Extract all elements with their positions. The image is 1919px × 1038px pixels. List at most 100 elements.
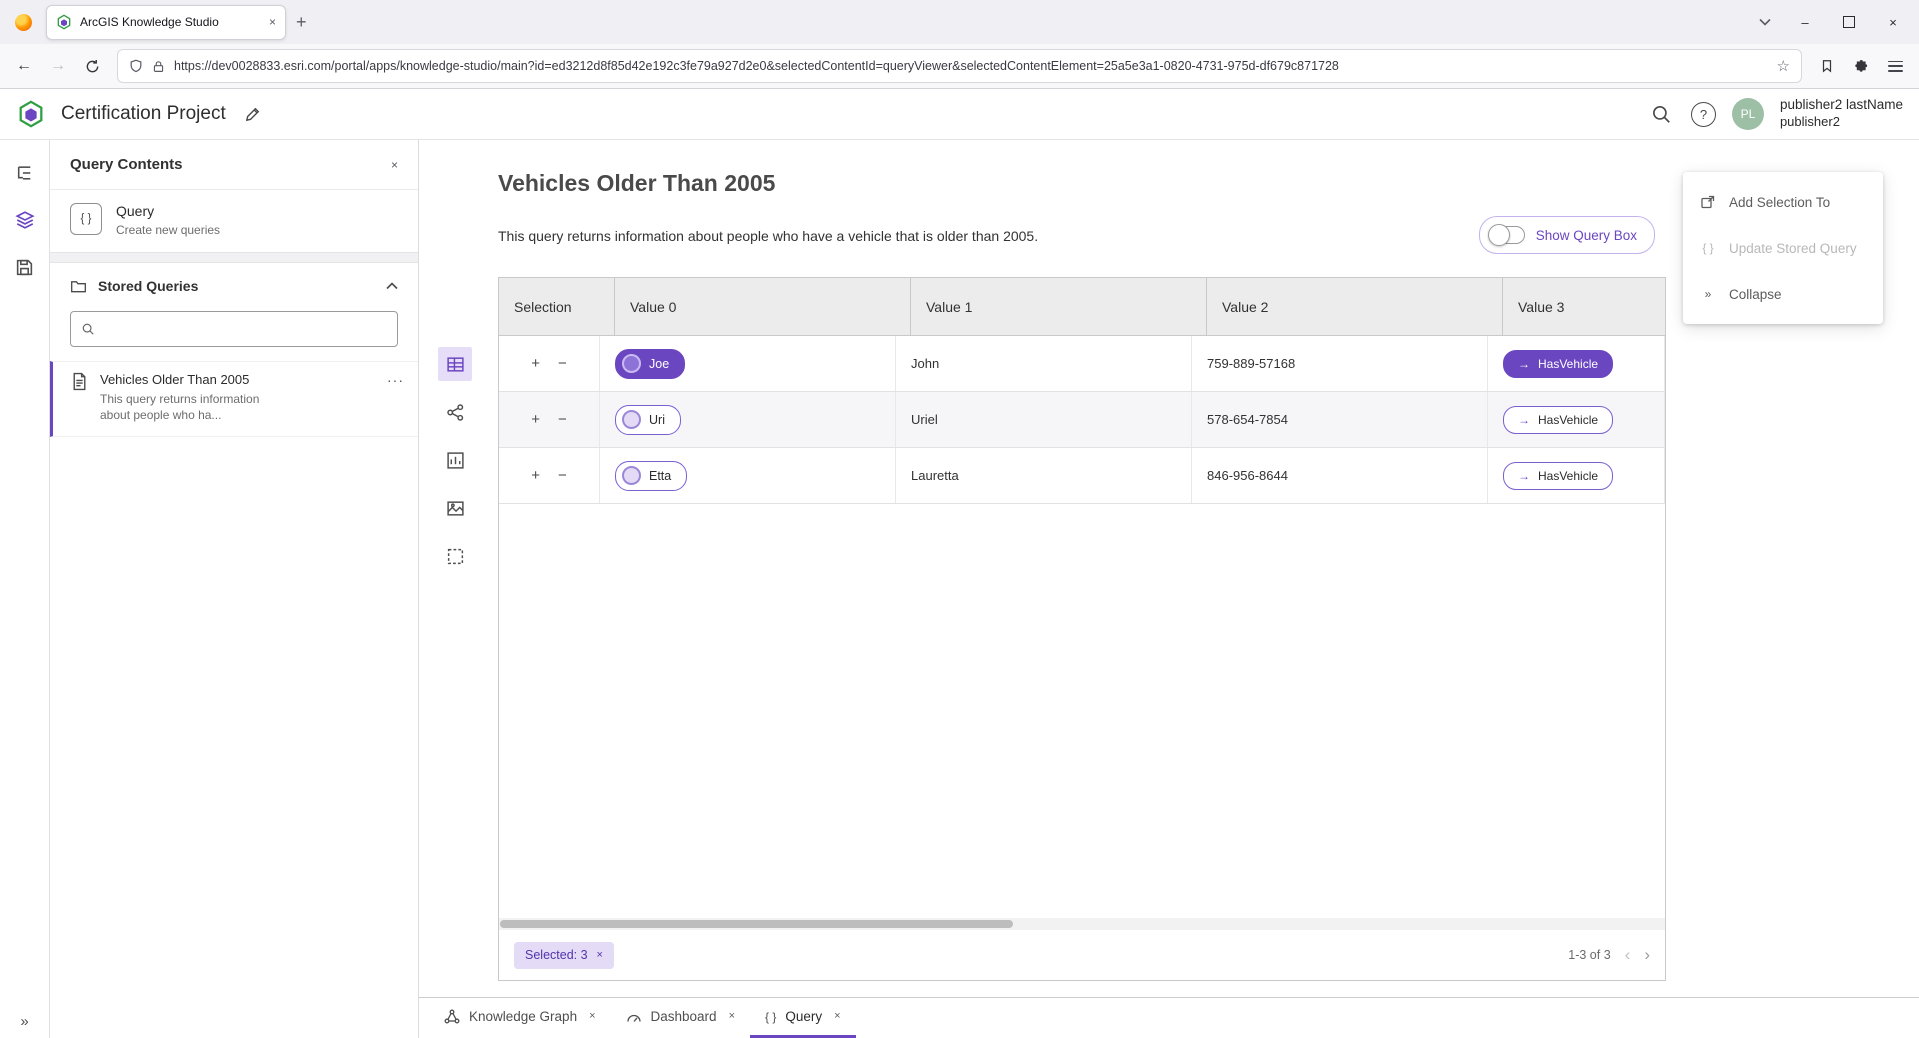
tab-close-icon[interactable]: × — [834, 1011, 840, 1022]
table-row[interactable]: + − Uri Uriel 578-654-7854 →HasVehicle — [499, 392, 1665, 448]
clear-selection-icon[interactable]: × — [597, 950, 603, 961]
cell-value[interactable]: Uriel — [896, 392, 1192, 447]
search-icon[interactable] — [1647, 100, 1675, 128]
horizontal-scrollbar[interactable] — [499, 918, 1665, 930]
stored-query-item[interactable]: Vehicles Older Than 2005 This query retu… — [50, 361, 418, 437]
query-viewer: Vehicles Older Than 2005 This query retu… — [419, 140, 1919, 997]
row-add-button[interactable]: + — [531, 412, 540, 427]
row-add-button[interactable]: + — [531, 468, 540, 483]
selected-count-chip[interactable]: Selected: 3 × — [514, 942, 614, 969]
menu-item-collapse[interactable]: » Collapse — [1683, 271, 1883, 317]
row-remove-button[interactable]: − — [558, 468, 567, 483]
column-header[interactable]: Value 1 — [911, 278, 1207, 335]
cell-value[interactable]: 578-654-7854 — [1192, 392, 1488, 447]
entity-pill[interactable]: Uri — [615, 405, 681, 435]
chevron-up-icon[interactable] — [386, 282, 398, 290]
browser-tab-title: ArcGIS Knowledge Studio — [80, 15, 261, 29]
scrollbar-thumb[interactable] — [500, 920, 1013, 928]
column-header[interactable]: Value 3 — [1503, 278, 1665, 335]
table-row[interactable]: + − Joe John 759-889-57168 →HasVehicle — [499, 336, 1665, 392]
column-header[interactable]: Value 0 — [615, 278, 911, 335]
relationship-pill[interactable]: →HasVehicle — [1503, 406, 1613, 434]
arrow-right-icon: → — [1518, 413, 1530, 427]
back-button[interactable]: ← — [8, 51, 40, 81]
column-header[interactable]: Selection — [499, 278, 615, 335]
refresh-button[interactable] — [76, 51, 108, 81]
section-divider — [50, 252, 418, 263]
save-icon[interactable] — [8, 250, 42, 284]
table-view-icon[interactable] — [438, 347, 472, 381]
tab-dashboard[interactable]: Dashboard × — [611, 998, 750, 1038]
tab-query[interactable]: { } Query × — [750, 998, 856, 1038]
table-row[interactable]: + − Etta Lauretta 846-956-8644 →HasVehic… — [499, 448, 1665, 504]
column-header[interactable]: Value 2 — [1207, 278, 1503, 335]
page-previous-icon[interactable]: ‹ — [1625, 945, 1631, 965]
map-view-icon[interactable] — [438, 491, 472, 525]
toggle-switch[interactable] — [1489, 226, 1525, 244]
table-header-row: Selection Value 0 Value 1 Value 2 Value … — [499, 278, 1665, 336]
tracking-shield-icon[interactable] — [129, 59, 143, 73]
entity-pill[interactable]: Joe — [615, 349, 685, 379]
entity-pill[interactable]: Etta — [615, 461, 687, 491]
layers-icon[interactable] — [8, 203, 42, 237]
braces-icon: { } — [765, 1010, 776, 1024]
project-contents-icon[interactable] — [8, 156, 42, 190]
extensions-icon[interactable] — [1845, 51, 1877, 81]
list-all-tabs-icon[interactable] — [1747, 18, 1783, 26]
row-remove-button[interactable]: − — [558, 356, 567, 371]
window-maximize-button[interactable] — [1827, 5, 1871, 39]
pocket-save-icon[interactable] — [1811, 51, 1843, 81]
menu-hamburger-icon[interactable] — [1879, 51, 1911, 81]
maximize-icon — [1843, 16, 1855, 28]
selection-tool-icon[interactable] — [438, 539, 472, 573]
window-close-button[interactable]: × — [1871, 5, 1915, 39]
help-icon[interactable]: ? — [1691, 102, 1716, 127]
entity-label: Joe — [649, 357, 669, 371]
item-options-icon[interactable]: ··· — [387, 372, 404, 388]
browser-tab[interactable]: ArcGIS Knowledge Studio × — [46, 5, 286, 40]
tab-label: Dashboard — [651, 1009, 717, 1024]
row-remove-button[interactable]: − — [558, 412, 567, 427]
page-next-icon[interactable]: › — [1644, 945, 1650, 965]
folder-icon — [70, 278, 87, 295]
chart-view-icon[interactable] — [438, 443, 472, 477]
new-tab-button[interactable]: + — [286, 10, 317, 35]
entity-dot-icon — [622, 354, 641, 373]
new-query-item[interactable]: { } Query Create new queries — [50, 190, 418, 252]
panel-close-icon[interactable]: × — [391, 159, 398, 171]
expand-rail-icon[interactable]: » — [0, 1013, 49, 1030]
cell-value[interactable]: 846-956-8644 — [1192, 448, 1488, 503]
options-dropdown-menu: Add Selection To { } Update Stored Query… — [1683, 172, 1883, 324]
bookmark-star-icon[interactable]: ☆ — [1777, 57, 1790, 75]
tab-label: Query — [785, 1009, 822, 1024]
tab-close-icon[interactable]: × — [729, 1011, 735, 1022]
link-chart-icon[interactable] — [438, 395, 472, 429]
search-icon — [81, 322, 95, 336]
window-minimize-button[interactable]: – — [1783, 5, 1827, 39]
table-empty-area — [499, 504, 1665, 918]
cell-value[interactable]: 759-889-57168 — [1192, 336, 1488, 391]
relationship-pill[interactable]: →HasVehicle — [1503, 462, 1613, 490]
menu-item-label: Collapse — [1729, 287, 1782, 302]
menu-item-update-stored-query[interactable]: { } Update Stored Query — [1683, 225, 1883, 271]
relationship-pill[interactable]: →HasVehicle — [1503, 350, 1613, 378]
menu-item-add-selection-to[interactable]: Add Selection To — [1683, 179, 1883, 225]
stored-queries-header[interactable]: Stored Queries — [50, 263, 418, 309]
show-query-box-toggle[interactable]: Show Query Box — [1479, 216, 1655, 254]
tab-knowledge-graph[interactable]: Knowledge Graph × — [429, 998, 611, 1038]
user-avatar[interactable]: PL — [1732, 98, 1764, 130]
forward-button[interactable]: → — [42, 51, 74, 81]
arrow-right-icon: → — [1518, 469, 1530, 483]
user-info[interactable]: publisher2 lastName publisher2 — [1780, 97, 1903, 130]
search-input[interactable] — [103, 321, 387, 338]
tab-close-icon[interactable]: × — [589, 1011, 595, 1022]
address-bar[interactable]: https://dev0028833.esri.com/portal/apps/… — [118, 50, 1801, 82]
tab-close-icon[interactable]: × — [269, 16, 276, 28]
cell-value[interactable]: Lauretta — [896, 448, 1192, 503]
cell-value[interactable]: John — [896, 336, 1192, 391]
stored-queries-search[interactable] — [70, 311, 398, 347]
row-add-button[interactable]: + — [531, 356, 540, 371]
results-table: Selection Value 0 Value 1 Value 2 Value … — [498, 277, 1666, 981]
page-subtitle: This query returns information about peo… — [498, 228, 1038, 244]
edit-title-pencil-icon[interactable] — [244, 106, 261, 123]
